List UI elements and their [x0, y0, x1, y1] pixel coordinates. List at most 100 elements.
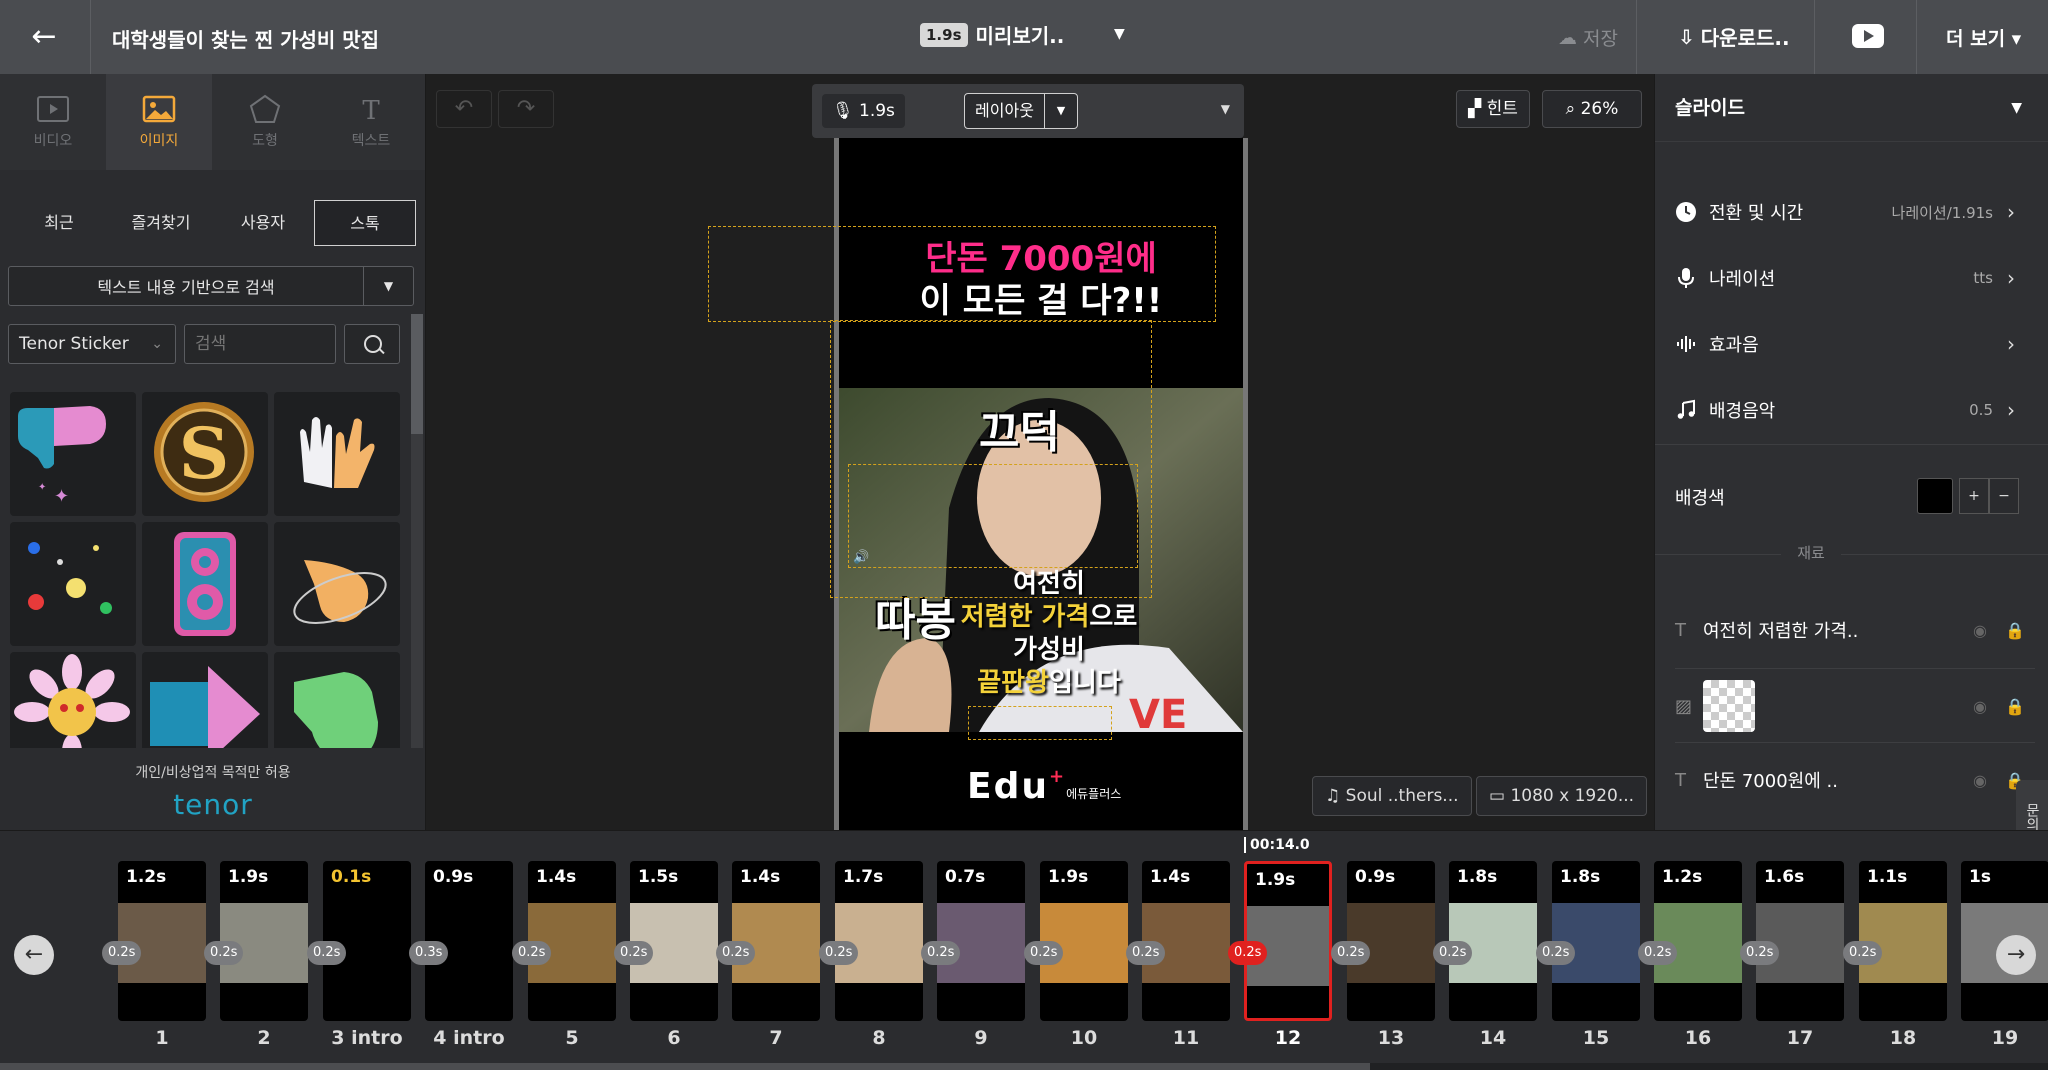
transition-chip[interactable]: 0.2s [1228, 941, 1268, 965]
transition-chip[interactable]: 0.2s [819, 941, 859, 965]
eye-icon[interactable]: ◉ [1973, 621, 1995, 640]
undo-button[interactable]: ↶ [436, 90, 492, 128]
transition-chip[interactable]: 0.2s [716, 941, 756, 965]
sticker-green-hand[interactable] [274, 652, 400, 748]
transition-chip[interactable]: 0.2s [921, 941, 961, 965]
hint-button[interactable]: ▞ 힌트 [1456, 90, 1530, 128]
sticker-flower-face[interactable] [10, 652, 136, 748]
transition-chip[interactable]: 0.2s [204, 941, 244, 965]
subtab-favorites[interactable]: 즐겨찾기 [110, 200, 212, 246]
timeline-scrollbar[interactable] [0, 1063, 2048, 1070]
playhead-time[interactable]: 00:14.0 [1244, 837, 1310, 853]
slide-duration: 1.2s [1662, 867, 1703, 887]
transition-chip[interactable]: 0.2s [102, 941, 142, 965]
transition-chip[interactable]: 0.2s [1843, 941, 1883, 965]
add-color-button[interactable]: + [1959, 478, 1989, 514]
background-music-row[interactable]: 배경음악 0.5 › [1675, 390, 2015, 430]
eye-icon[interactable]: ◉ [1973, 771, 1995, 790]
sticker-speaker[interactable] [142, 522, 268, 646]
background-color-swatch[interactable] [1917, 478, 1953, 514]
transition-chip[interactable]: 0.2s [1433, 941, 1473, 965]
transition-chip[interactable]: 0.2s [1024, 941, 1064, 965]
slide-number-label: 2 [257, 1027, 271, 1049]
license-note: 개인/비상업적 목적만 허용 [135, 765, 291, 781]
transition-chip[interactable]: 0.2s [1536, 941, 1576, 965]
layout-dropdown[interactable]: 레이아웃 ▼ [964, 93, 1078, 129]
top-bar: ← 대학생들이 찾는 찐 가성비 맛집 1.9s 미리보기.. ▼ ☁ 저장 ⇩… [0, 0, 2048, 74]
divider [1916, 0, 1917, 74]
download-icon: ⇩ [1678, 24, 1695, 49]
sticker-thumbs-down[interactable]: ✦ ✦ [10, 392, 136, 516]
narration-duration-chip[interactable]: 🎙 1.9s [822, 94, 905, 128]
more-menu-button[interactable]: 더 보기 ▾ [1946, 24, 2021, 51]
chevron-down-icon: ⌄ [151, 336, 163, 352]
divider [90, 0, 91, 74]
transition-chip[interactable]: 0.2s [1331, 941, 1371, 965]
tab-text[interactable]: T 텍스트 [318, 74, 424, 170]
sticker-arrow-block[interactable] [142, 652, 268, 748]
subtab-recent[interactable]: 최근 [8, 200, 110, 246]
preview-dropdown-icon[interactable]: ▼ [1114, 26, 1125, 42]
transition-chip[interactable]: 0.2s [614, 941, 654, 965]
subtab-stock[interactable]: 스톡 [314, 200, 416, 246]
source-select[interactable]: Tenor Sticker ⌄ [8, 324, 176, 364]
transition-chip[interactable]: 0.2s [512, 941, 552, 965]
sticker-scrollbar[interactable] [411, 314, 423, 748]
background-music-chip[interactable]: ♫ Soul ..thers... [1312, 776, 1472, 816]
sticker-pointing-hand[interactable] [274, 522, 400, 646]
slide-duration: 1.4s [1150, 867, 1191, 887]
slide-number-label: 6 [667, 1027, 681, 1049]
tab-video[interactable]: 비디오 [0, 74, 106, 170]
zoom-button[interactable]: ⌕ 26% [1542, 90, 1642, 128]
panel-header[interactable]: 슬라이드 ▼ [1655, 74, 2048, 142]
sticker-high-five-hands[interactable] [274, 392, 400, 516]
transition-time-row[interactable]: 전환 및 시간 나레이션/1.91s › [1675, 192, 2015, 232]
transition-chip[interactable]: 0.3s [409, 941, 449, 965]
cloud-icon: ☁ [1558, 26, 1577, 49]
back-arrow-icon[interactable]: ← [26, 20, 62, 54]
save-button[interactable]: ☁ 저장 [1558, 24, 1618, 51]
sticker-confetti[interactable] [10, 522, 136, 646]
preview-button[interactable]: 1.9s 미리보기.. [920, 20, 1064, 49]
sound-effect-row[interactable]: 효과음 › [1675, 324, 2015, 364]
eye-icon[interactable]: ◉ [1973, 697, 1995, 716]
material-item[interactable]: T 여전히 저렴한 가격.. ◉ 🔒 [1675, 594, 2025, 666]
lock-icon[interactable]: 🔒 [1995, 697, 2025, 716]
svg-text:S: S [179, 412, 230, 495]
search-button[interactable] [344, 324, 400, 364]
scrollbar-thumb[interactable] [0, 1063, 1370, 1070]
tab-image[interactable]: 이미지 [106, 74, 212, 170]
scroll-right-button[interactable]: → [1996, 935, 2036, 975]
material-item[interactable]: T 단돈 7000원에 .. ◉ 🔒 [1675, 744, 2025, 816]
transition-chip[interactable]: 0.2s [1126, 941, 1166, 965]
scroll-left-button[interactable]: ← [14, 935, 54, 975]
search-input[interactable] [184, 324, 336, 364]
brand-logo[interactable]: Edu+에듀플러스 [967, 766, 1121, 807]
zoom-icon: ⌕ [1565, 99, 1576, 119]
material-item[interactable]: ▨ ◉ 🔒 [1675, 670, 2025, 742]
tab-shape[interactable]: 도형 [212, 74, 318, 170]
redo-button[interactable]: ↷ [498, 90, 554, 128]
music-note-icon [1675, 399, 1697, 421]
youtube-icon[interactable] [1852, 24, 1884, 48]
lock-icon[interactable]: 🔒 [1995, 621, 2025, 640]
transition-chip[interactable]: 0.2s [307, 941, 347, 965]
slide-number-label: 19 [1991, 1027, 2019, 1049]
narration-row[interactable]: 나레이션 tts › [1675, 258, 2015, 298]
transition-chip[interactable]: 0.2s [1638, 941, 1678, 965]
transition-chip[interactable]: 0.2s [1740, 941, 1780, 965]
chevron-right-icon: › [2007, 266, 2015, 290]
resolution-chip[interactable]: ▭ 1080 x 1920... [1476, 776, 1648, 816]
slide-duration: 1.8s [1457, 867, 1498, 887]
slide-duration: 0.1s [331, 867, 372, 887]
scrollbar-thumb[interactable] [411, 314, 423, 434]
video-icon [37, 96, 69, 122]
remove-color-button[interactable]: − [1989, 478, 2019, 514]
subtab-user[interactable]: 사용자 [212, 200, 314, 246]
toolbar-expand-icon[interactable]: ▼ [1221, 102, 1230, 116]
sticker-s-coin[interactable]: S [142, 392, 268, 516]
slide-duration: 1.4s [740, 867, 781, 887]
search-mode-dropdown[interactable]: 텍스트 내용 기반으로 검색 ▼ [8, 266, 414, 306]
download-button[interactable]: ⇩ 다운로드.. [1678, 22, 1790, 51]
project-title[interactable]: 대학생들이 찾는 찐 가성비 맛집 [112, 24, 379, 53]
